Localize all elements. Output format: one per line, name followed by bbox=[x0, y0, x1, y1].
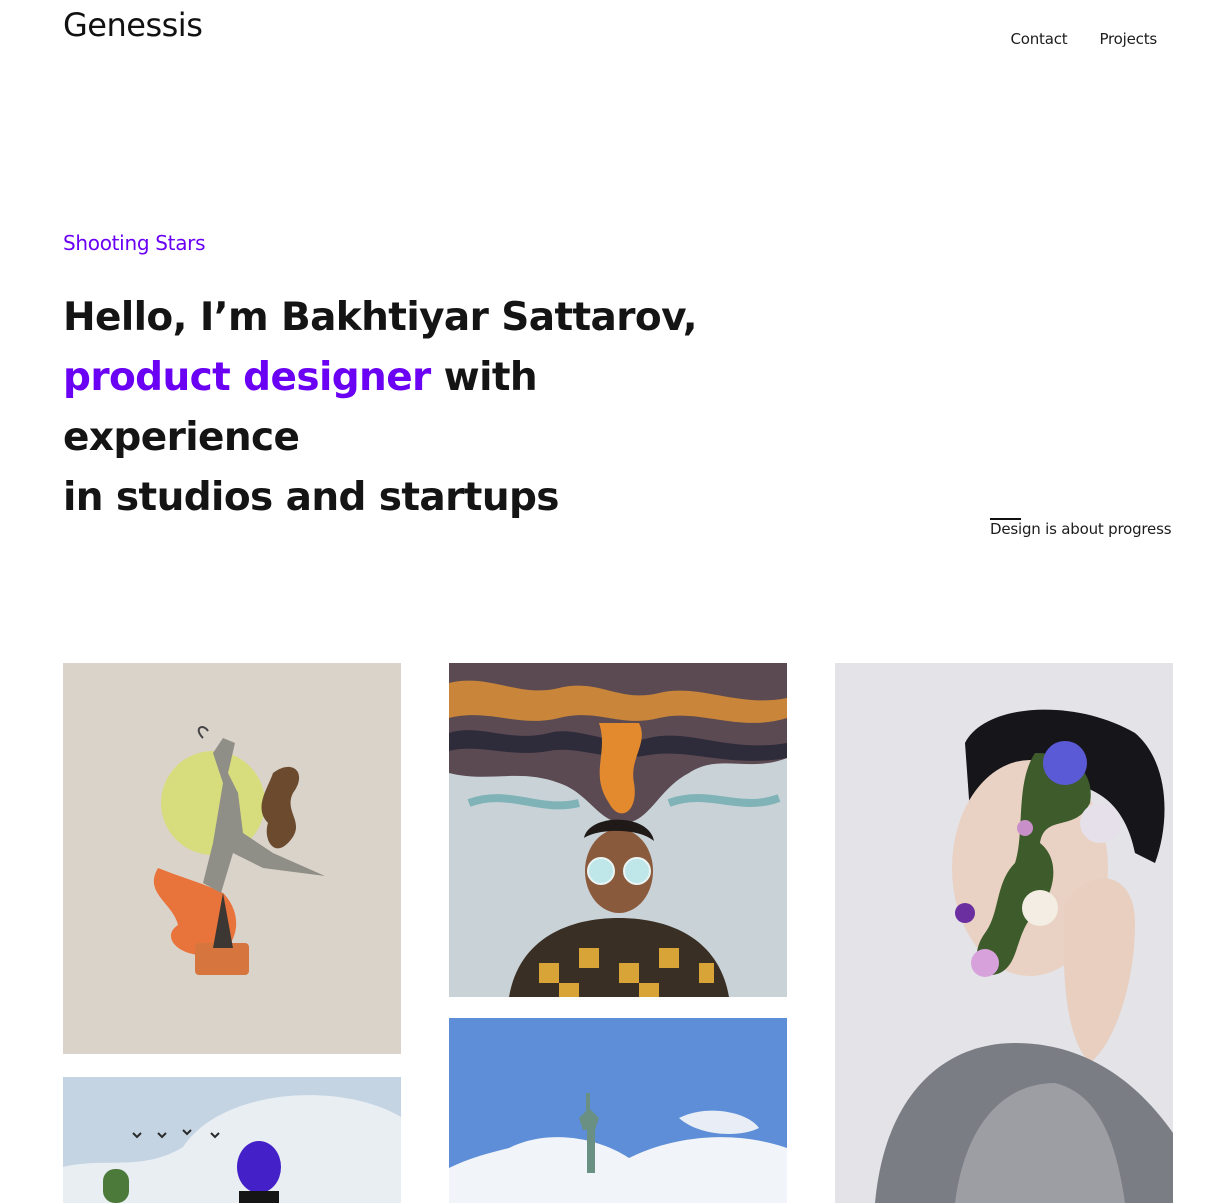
hero-eyebrow: Shooting Stars bbox=[63, 231, 206, 255]
tagline: Design is about progress bbox=[990, 518, 1172, 538]
top-nav: Contact Projects bbox=[1010, 30, 1157, 48]
balloon-sky-image bbox=[63, 1077, 401, 1203]
gallery-image-balloon[interactable] bbox=[63, 1077, 401, 1203]
hero-headline: Hello, I’m Bakhtiyar Sattarov, product d… bbox=[63, 288, 763, 528]
gallery-image-statue-of-liberty[interactable] bbox=[449, 1018, 787, 1203]
nav-link-contact[interactable]: Contact bbox=[1010, 30, 1067, 48]
gallery-image-dancer[interactable] bbox=[63, 663, 401, 1054]
headline-line-1: Hello, I’m Bakhtiyar Sattarov, bbox=[63, 295, 698, 340]
tagline-rule bbox=[990, 518, 1021, 520]
headline-accent: product designer bbox=[63, 355, 431, 400]
smoke-head-image bbox=[449, 663, 787, 997]
dancer-collage-image bbox=[63, 663, 401, 1054]
site-logo[interactable]: Genessis bbox=[63, 6, 203, 44]
statue-of-liberty-image bbox=[449, 1018, 787, 1203]
gallery-image-smoke-head[interactable] bbox=[449, 663, 787, 997]
tagline-text: Design is about progress bbox=[990, 520, 1172, 538]
headline-line-3: in studios and startups bbox=[63, 475, 560, 520]
nav-link-projects[interactable]: Projects bbox=[1099, 30, 1157, 48]
gallery-image-flower-face[interactable] bbox=[835, 663, 1173, 1203]
flower-face-image bbox=[835, 663, 1173, 1203]
